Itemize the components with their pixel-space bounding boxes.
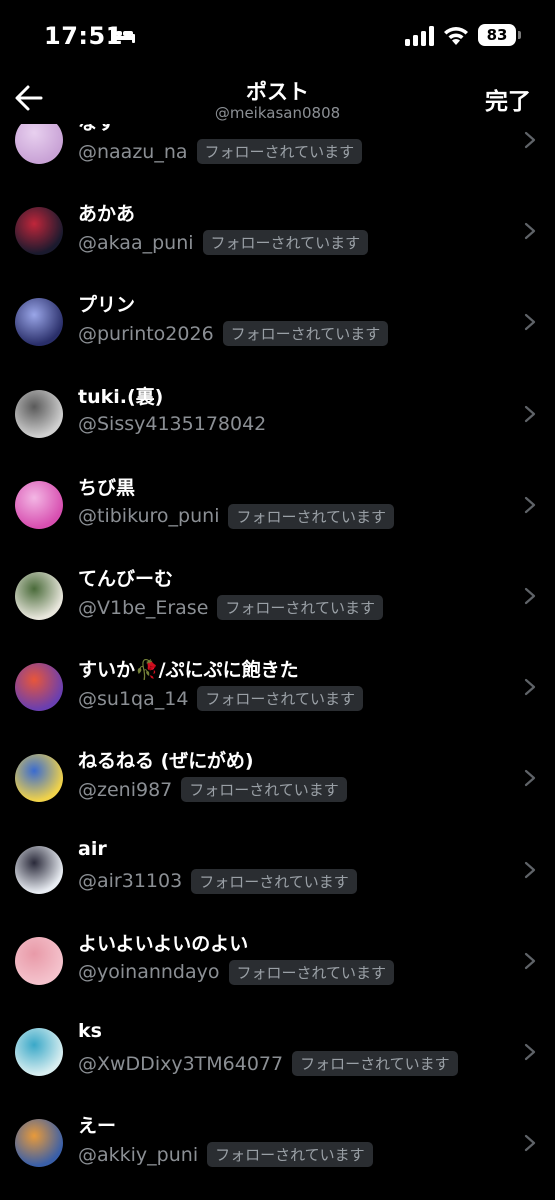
user-name: air [78,837,107,860]
list-item[interactable]: air @air31103 フォローされています [0,824,555,915]
battery-indicator: 83 [478,24,516,46]
list-item[interactable]: てんびーむ @V1be_Erase フォローされています [0,550,555,641]
user-name: すいか🥀/ぷにぷに飽きた [78,659,299,682]
user-handle: @yoinanndayo [78,961,220,984]
avatar[interactable] [15,480,63,529]
follows-you-badge: フォローされています [217,595,383,620]
user-name: えー [78,1115,117,1138]
chevron-right-icon [524,770,536,787]
avatar[interactable] [15,298,63,347]
avatar[interactable] [15,754,63,803]
list-item[interactable]: ちび黒 @tibikuro_puni フォローされています [0,459,555,550]
follows-you-badge: フォローされています [181,777,347,803]
user-list: なす@naazu_naフォローされていますあかあ@akaa_puniフォローされ… [0,124,555,1200]
cellular-signal-icon [405,26,434,46]
handle-line: @V1be_Erase フォローされています [78,595,383,620]
done-button[interactable]: 完了 [485,82,531,116]
handle-line: @akaa_puni フォローされています [78,230,369,256]
user-name: プリン [78,294,136,317]
list-item[interactable]: ねるねる (ぜにがめ) @zeni987 フォローされています [0,732,555,823]
user-name: よいよいよいのよい [78,932,249,955]
follows-you-badge: フォローされています [222,321,389,347]
handle-line: @purinto2026 フォローされています [78,321,389,347]
user-handle: @XwDDixy3TM64077 [78,1052,284,1075]
handle-line: @su1qa_14 フォローされています [78,686,363,712]
follows-you-badge: フォローされています [196,139,363,164]
user-name: ねるねる (ぜにがめ) [78,750,254,773]
handle-line: @naazu_na フォローされています [78,139,363,164]
handle-line: @akkiy_puni フォローされています [78,1142,373,1168]
handle-line: @XwDDixy3TM64077 フォローされています [78,1051,458,1076]
user-handle: @V1be_Erase [78,596,209,619]
sleep-focus-icon [111,29,135,43]
user-handle: @akaa_puni [78,231,194,254]
avatar[interactable] [15,207,63,256]
chevron-right-icon [524,131,536,149]
user-handle: @purinto2026 [78,322,214,345]
list-item[interactable]: えー @akkiy_puni フォローされています [0,1097,555,1188]
list-item[interactable]: すいか🥀/ぷにぷに飽きた @su1qa_14 フォローされています [0,641,555,732]
chevron-right-icon [524,1043,536,1061]
user-name: ks [78,1020,102,1042]
chevron-right-icon [524,952,536,969]
handle-line: @zeni987 フォローされています [78,777,347,803]
nav-bar: ポスト @meikasan0808 完了 [0,70,555,132]
user-handle: @tibikuro_puni [78,505,220,528]
list-item[interactable]: あかあ @akaa_puni フォローされています [0,185,555,276]
list-item[interactable]: tuki.(裏) @Sissy4135178042 [0,368,555,459]
user-name: tuki.(裏) [78,385,164,408]
chevron-right-icon [524,861,536,878]
chevron-right-icon [524,314,536,331]
follows-you-badge: フォローされています [228,959,395,985]
handle-line: @yoinanndayo フォローされています [78,959,395,985]
handle-line: @tibikuro_puni フォローされています [78,503,395,529]
user-handle: @air31103 [78,870,183,893]
user-handle: @zeni987 [78,778,173,801]
avatar[interactable] [15,389,63,438]
avatar[interactable] [15,845,63,894]
wifi-icon [444,27,468,45]
chevron-right-icon [524,496,536,513]
user-name: なす [78,124,116,135]
user-handle: @Sissy4135178042 [78,412,267,435]
list-item[interactable]: なす @naazu_na フォローされています [0,124,555,185]
avatar[interactable] [15,124,63,164]
follows-you-badge: フォローされています [228,503,395,529]
user-name: ちび黒 [78,476,136,499]
list-item[interactable]: プリン @purinto2026 フォローされています [0,276,555,367]
chevron-right-icon [524,679,536,696]
list-item[interactable]: よいよいよいのよい @yoinanndayo フォローされています [0,915,555,1006]
avatar[interactable] [15,936,63,985]
page-title: ポスト [246,80,309,104]
user-handle: @naazu_na [78,140,188,163]
user-handle: @su1qa_14 [78,687,189,710]
status-bar: 17:51 83 [0,0,555,70]
chevron-right-icon [524,1135,536,1152]
avatar[interactable] [15,1119,63,1168]
follows-you-badge: フォローされています [292,1051,458,1076]
handle-line: @air31103 フォローされています [78,868,357,894]
chevron-right-icon [524,405,536,422]
avatar[interactable] [15,572,63,620]
avatar[interactable] [15,663,63,712]
page-subtitle: @meikasan0808 [214,104,341,122]
user-name: てんびーむ [78,568,174,590]
follows-you-badge: フォローされています [202,230,369,256]
chevron-right-icon [524,223,536,240]
battery-tip [518,31,521,39]
avatar[interactable] [15,1028,63,1076]
user-handle: @akkiy_puni [78,1143,199,1166]
chevron-right-icon [524,587,536,605]
handle-line: @Sissy4135178042 [78,413,266,435]
list-item[interactable]: ks @XwDDixy3TM64077 フォローされています [0,1006,555,1097]
follows-you-badge: フォローされています [197,686,363,712]
user-name: あかあ [78,203,136,226]
follows-you-badge: フォローされています [191,868,357,894]
follows-you-badge: フォローされています [207,1142,373,1168]
